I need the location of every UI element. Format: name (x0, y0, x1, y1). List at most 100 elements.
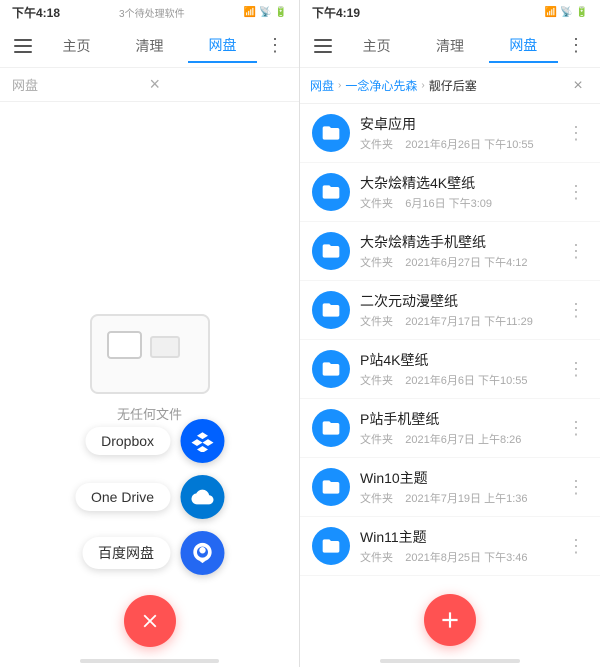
file-info: Win10主题 文件夹 2021年7月19日 上午1:36 (360, 468, 564, 506)
baidu-icon (191, 542, 213, 564)
left-status-icons: 📶 📡 🔋 (244, 7, 287, 18)
left-bottom-bar (80, 659, 219, 663)
file-info: P站4K壁纸 文件夹 2021年6月6日 下午10:55 (360, 350, 564, 388)
file-item[interactable]: 大杂烩精选手机壁纸 文件夹 2021年6月27日 下午4:12 ⋮ (300, 222, 600, 281)
breadcrumb-parent[interactable]: 一念净心先森 (345, 77, 417, 94)
file-meta: 文件夹 2021年7月19日 上午1:36 (360, 490, 564, 506)
file-info: P站手机壁纸 文件夹 2021年6月7日 上午8:26 (360, 409, 564, 447)
file-folder-icon (312, 232, 350, 270)
right-tab-cloud[interactable]: 网盘 (489, 29, 558, 63)
file-folder-icon (312, 350, 350, 388)
left-tab-cloud[interactable]: 网盘 (188, 29, 257, 63)
left-search-header: 网盘 × (0, 68, 299, 102)
left-empty-area: 无任何文件 Dropbox One Drive (0, 102, 299, 655)
dropbox-icon (191, 430, 213, 452)
left-battery-icon: 🔋 (275, 7, 287, 18)
file-info: 大杂烩精选4K壁纸 文件夹 6月16日 下午3:09 (360, 173, 564, 211)
left-tab-clean[interactable]: 清理 (115, 30, 184, 62)
onedrive-item[interactable]: One Drive (75, 475, 224, 519)
add-icon (437, 607, 463, 633)
right-bottom-bar (380, 659, 520, 663)
breadcrumb-sep2: › (421, 80, 424, 91)
file-folder-icon (312, 114, 350, 152)
left-empty-illustration (90, 314, 210, 394)
breadcrumb: 网盘 › 一念净心先森 › 靓仔后塞 × (300, 68, 600, 104)
dropbox-button[interactable] (180, 419, 224, 463)
right-more-icon[interactable]: ⋮ (562, 32, 590, 60)
file-more-icon[interactable]: ⋮ (564, 298, 588, 322)
left-status-bar: 下午4:18 3个待处理软件 📶 📡 🔋 (0, 0, 299, 24)
file-more-icon[interactable]: ⋮ (564, 534, 588, 558)
folder-icon (321, 418, 341, 438)
file-meta: 文件夹 2021年7月17日 下午11:29 (360, 313, 564, 329)
file-info: 安卓应用 文件夹 2021年6月26日 下午10:55 (360, 114, 564, 152)
left-tab-home[interactable]: 主页 (42, 30, 111, 62)
file-folder-icon (312, 291, 350, 329)
onedrive-icon (191, 486, 213, 508)
breadcrumb-close-icon[interactable]: × (566, 74, 590, 98)
onedrive-label: One Drive (75, 483, 170, 511)
file-folder-icon (312, 173, 350, 211)
dropbox-item[interactable]: Dropbox (85, 419, 224, 463)
file-meta: 文件夹 2021年6月27日 下午4:12 (360, 254, 564, 270)
file-more-icon[interactable]: ⋮ (564, 180, 588, 204)
folder-icon (321, 359, 341, 379)
file-item[interactable]: Win10主题 文件夹 2021年7月19日 上午1:36 ⋮ (300, 458, 600, 517)
folder-icon (321, 123, 341, 143)
right-nav-bar: 主页 清理 网盘 ⋮ (300, 24, 600, 68)
left-more-icon[interactable]: ⋮ (261, 32, 289, 60)
file-more-icon[interactable]: ⋮ (564, 357, 588, 381)
right-tab-clean[interactable]: 清理 (415, 30, 484, 62)
baidu-item[interactable]: 百度网盘 (82, 531, 224, 575)
right-tab-home[interactable]: 主页 (342, 30, 411, 62)
dropbox-label: Dropbox (85, 427, 170, 455)
right-battery-icon: 🔋 (576, 7, 588, 18)
breadcrumb-root[interactable]: 网盘 (310, 77, 334, 94)
file-more-icon[interactable]: ⋮ (564, 416, 588, 440)
file-name: 二次元动漫壁纸 (360, 291, 564, 311)
right-wifi-icon: 📡 (560, 7, 572, 18)
left-menu-icon[interactable] (10, 32, 38, 60)
file-item[interactable]: 二次元动漫壁纸 文件夹 2021年7月17日 下午11:29 ⋮ (300, 281, 600, 340)
left-nav-bar: 主页 清理 网盘 ⋮ (0, 24, 299, 68)
right-menu-icon[interactable] (310, 32, 338, 60)
right-add-fab[interactable] (424, 594, 476, 646)
cloud-service-popup: Dropbox One Drive (75, 419, 224, 575)
left-cancel-icon (139, 610, 161, 632)
left-cancel-fab[interactable] (124, 595, 176, 647)
file-item[interactable]: P站手机壁纸 文件夹 2021年6月7日 上午8:26 ⋮ (300, 399, 600, 458)
left-search-close-icon[interactable]: × (150, 74, 288, 95)
file-more-icon[interactable]: ⋮ (564, 239, 588, 263)
file-item[interactable]: 安卓应用 文件夹 2021年6月26日 下午10:55 ⋮ (300, 104, 600, 163)
file-name: 大杂烩精选4K壁纸 (360, 173, 564, 193)
file-item[interactable]: Win11主题 文件夹 2021年8月25日 下午3:46 ⋮ (300, 517, 600, 576)
file-name: P站4K壁纸 (360, 350, 564, 370)
file-meta: 文件夹 2021年6月7日 上午8:26 (360, 431, 564, 447)
file-item[interactable]: 大杂烩精选4K壁纸 文件夹 6月16日 下午3:09 ⋮ (300, 163, 600, 222)
file-folder-icon (312, 527, 350, 565)
file-info: Win11主题 文件夹 2021年8月25日 下午3:46 (360, 527, 564, 565)
baidu-button[interactable] (180, 531, 224, 575)
left-time: 下午4:18 (12, 4, 60, 21)
file-meta: 文件夹 2021年8月25日 下午3:46 (360, 549, 564, 565)
file-name: Win11主题 (360, 527, 564, 547)
right-status-icons: 📶 📡 🔋 (545, 7, 588, 18)
file-more-icon[interactable]: ⋮ (564, 121, 588, 145)
file-meta: 文件夹 6月16日 下午3:09 (360, 195, 564, 211)
right-time: 下午4:19 (312, 4, 360, 21)
file-name: 安卓应用 (360, 114, 564, 134)
file-folder-icon (312, 468, 350, 506)
file-info: 二次元动漫壁纸 文件夹 2021年7月17日 下午11:29 (360, 291, 564, 329)
breadcrumb-current: 靓仔后塞 (429, 77, 477, 94)
folder-icon (321, 477, 341, 497)
right-signal-icon: 📶 (545, 7, 557, 18)
file-item[interactable]: P站4K壁纸 文件夹 2021年6月6日 下午10:55 ⋮ (300, 340, 600, 399)
folder-icon (321, 241, 341, 261)
file-name: P站手机壁纸 (360, 409, 564, 429)
folder-icon (321, 536, 341, 556)
onedrive-button[interactable] (180, 475, 224, 519)
file-meta: 文件夹 2021年6月6日 下午10:55 (360, 372, 564, 388)
file-list: 安卓应用 文件夹 2021年6月26日 下午10:55 ⋮ 大杂烩精选4K壁纸 … (300, 104, 600, 585)
file-more-icon[interactable]: ⋮ (564, 475, 588, 499)
left-wifi-icon: 📡 (259, 7, 271, 18)
